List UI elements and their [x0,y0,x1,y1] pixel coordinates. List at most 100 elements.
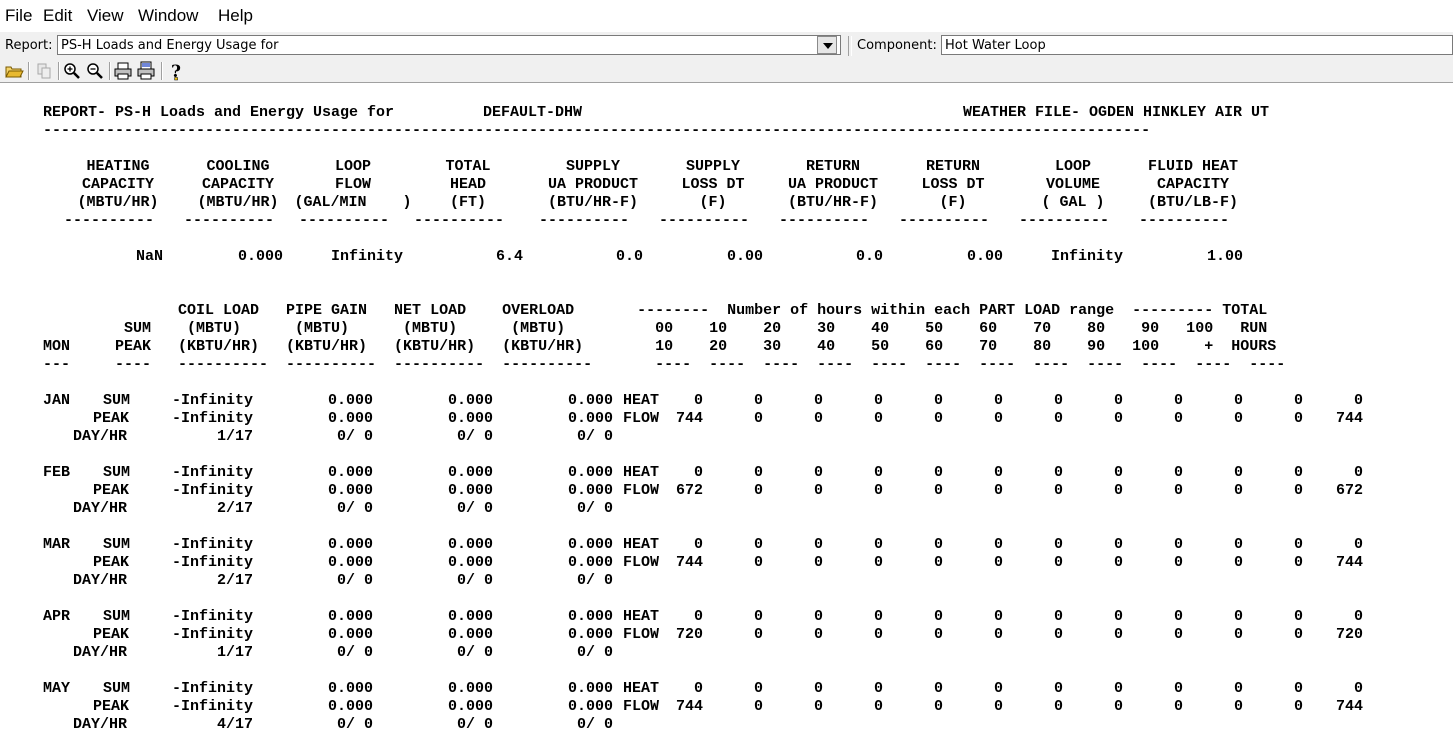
month-label: MAR [43,536,71,553]
summary-col-label: FLUID HEAT [1147,158,1238,175]
dayhr-label: DAY/HR [73,428,128,445]
heat-hours-cell: 0 [1353,464,1363,481]
coil-load-peak: -Infinity [171,626,253,643]
zoom-in-icon[interactable] [62,61,82,81]
month-label: FEB [43,464,71,481]
overload-dayhr: 0/ 0 [576,716,613,733]
net-load-peak: 0.000 [447,410,493,427]
net-load-dayhr: 0/ 0 [456,716,493,733]
pipe-gain-dayhr: 0/ 0 [336,644,373,661]
net-load-peak: 0.000 [447,482,493,499]
weather-file: WEATHER FILE- OGDEN HINKLEY AIR UT [963,104,1270,121]
coil-load-sum: -Infinity [171,608,253,625]
coil-load-dayhr: 1/17 [216,428,253,445]
net-load-sum: 0.000 [447,536,493,553]
menu-file[interactable]: File [5,6,32,26]
menu-window[interactable]: Window [138,6,198,26]
pipe-gain-dayhr: 0/ 0 [336,716,373,733]
report-title-line: REPORT- PS-H Loads and Energy Usage for … [0,104,1453,122]
menu-edit[interactable]: Edit [43,6,72,26]
net-load-sum: 0.000 [447,680,493,697]
coil-load-dayhr: 1/17 [216,644,253,661]
summary-col-dash: ---------- [539,212,630,229]
coil-load-sum: -Infinity [171,464,253,481]
net-load-sum: 0.000 [447,392,493,409]
coil-load-sum: -Infinity [171,680,253,697]
report-dropdown-arrow-icon[interactable] [817,36,837,54]
copy-icon[interactable] [34,61,54,81]
summary-col-label: CAPACITY [1156,176,1229,193]
coil-load-dayhr: 2/17 [216,500,253,517]
pipe-gain-sum: 0.000 [327,464,373,481]
pipe-gain-dayhr: 0/ 0 [336,500,373,517]
heat-hours-cell: 0 [1353,392,1363,409]
dayhr-label: DAY/HR [73,716,128,733]
overload-dayhr: 0/ 0 [576,572,613,589]
header-rule: ----------------------------------------… [43,122,1151,139]
net-load-sum: 0.000 [447,464,493,481]
summary-col-dash: ---------- [184,212,275,229]
net-load-dayhr: 0/ 0 [456,644,493,661]
selector-divider [848,36,852,56]
coil-load-dayhr: 2/17 [216,572,253,589]
sum-label: SUM [103,536,131,553]
menu-bar: File Edit View Window Help [0,0,1453,32]
print-preview-icon[interactable] [136,61,156,81]
component-select[interactable]: Hot Water Loop [941,35,1453,55]
month-label: MAY [43,680,71,697]
flow-hours-cell: 672 [1335,482,1363,499]
loop-name: DEFAULT-DHW [483,104,583,121]
summary-col-dash: ---------- [779,212,870,229]
pipe-gain-sum: 0.000 [327,536,373,553]
net-load-sum: 0.000 [447,608,493,625]
flow-hours-cell: 744 [1335,698,1363,715]
flow-hours-cell: 720 [1335,626,1363,643]
sum-label: SUM [103,464,131,481]
net-load-dayhr: 0/ 0 [456,500,493,517]
overload-dayhr: 0/ 0 [576,428,613,445]
pipe-gain-sum: 0.000 [327,392,373,409]
net-load-peak: 0.000 [447,554,493,571]
net-load-peak: 0.000 [447,698,493,715]
coil-load-peak: -Infinity [171,698,253,715]
summary-col-dash: ---------- [1019,212,1110,229]
pipe-gain-peak: 0.000 [327,410,373,427]
summary-col-value: 1.00 [1206,248,1243,265]
coil-load-sum: -Infinity [171,536,253,553]
month-label: JAN [43,392,71,409]
heat-hours-cell: 0 [1353,608,1363,625]
menu-help[interactable]: Help [218,6,253,26]
monthly-header-2: SUM (MBTU) (MBTU) (MBTU) (MBTU) 00 10 20… [43,320,1268,337]
toolbar: ? [0,60,1453,83]
print-icon[interactable] [113,61,133,81]
summary-col-label: (BTU/LB-F) [1147,194,1238,211]
flow-hours-cell: 744 [1335,554,1363,571]
selector-bar: Report: PS-H Loads and Energy Usage for … [0,32,1453,60]
coil-load-dayhr: 4/17 [216,716,253,733]
pipe-gain-sum: 0.000 [327,680,373,697]
report-select[interactable]: PS-H Loads and Energy Usage for [57,35,841,55]
peak-label: PEAK [93,482,130,499]
sum-label: SUM [103,392,131,409]
pipe-gain-sum: 0.000 [327,608,373,625]
net-load-dayhr: 0/ 0 [456,428,493,445]
peak-label: PEAK [93,698,130,715]
toolbar-separator [58,62,60,80]
menu-view[interactable]: View [87,6,124,26]
summary-col-dash: ---------- [414,212,505,229]
report-view[interactable]: REPORT- PS-H Loads and Energy Usage for … [0,84,1453,733]
zoom-out-icon[interactable] [85,61,105,81]
peak-label: PEAK [93,410,130,427]
open-folder-icon[interactable] [4,61,24,81]
dayhr-label: DAY/HR [73,572,128,589]
pipe-gain-peak: 0.000 [327,626,373,643]
monthly-header-3: MON PEAK (KBTU/HR) (KBTU/HR) (KBTU/HR) (… [43,338,1277,355]
summary-col-dash: ---------- [899,212,990,229]
help-icon[interactable]: ? [166,61,186,81]
summary-col-dash: ---------- [64,212,155,229]
pipe-gain-peak: 0.000 [327,698,373,715]
dayhr-label: DAY/HR [73,500,128,517]
peak-label: PEAK [93,554,130,571]
pipe-gain-peak: 0.000 [327,554,373,571]
coil-load-peak: -Infinity [171,554,253,571]
